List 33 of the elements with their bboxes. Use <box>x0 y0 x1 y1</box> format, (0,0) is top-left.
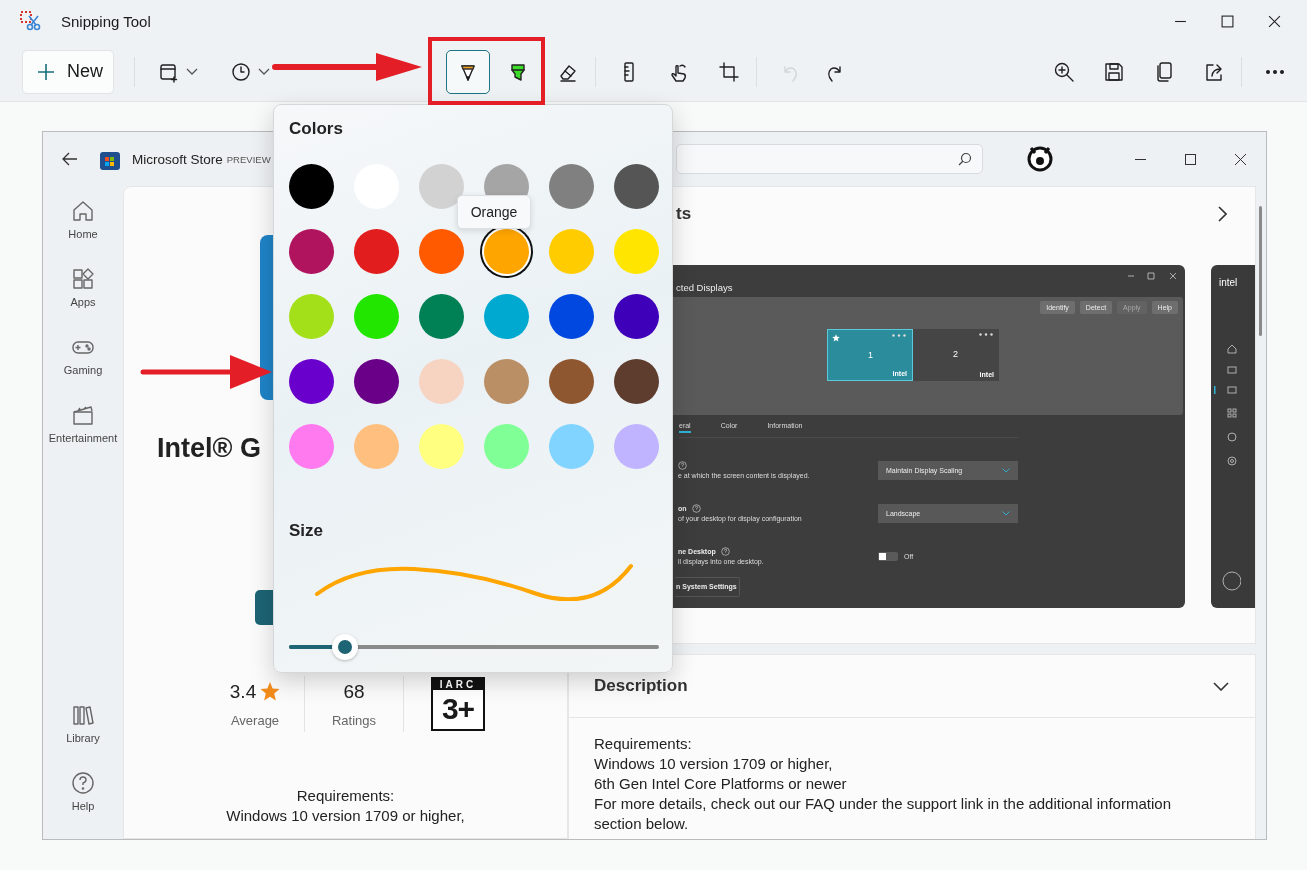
app-title: Microsoft Store <box>132 151 223 167</box>
nav-home-item[interactable]: Home <box>68 199 98 267</box>
requirements-text: Windows 10 version 1709 or higher, <box>226 806 465 826</box>
nav-help-item[interactable]: Help <box>71 771 95 839</box>
age-rating-badge: IARC 3+ <box>431 677 485 731</box>
requirements-text: Requirements: <box>295 786 396 806</box>
description-text: Windows 10 version 1709 or higher, <box>594 754 834 774</box>
section-title: ts <box>676 203 692 224</box>
nav-entertainment-item[interactable]: Entertainment <box>48 403 118 471</box>
preview-label: PREVIEW <box>226 153 271 165</box>
display-number: 1 <box>868 350 873 360</box>
ratings-count: 68 <box>343 680 365 703</box>
product-title: Intel® G <box>157 433 261 464</box>
ratings-label: Ratings <box>331 712 377 728</box>
description-text: Requirements: <box>594 734 693 754</box>
nav-library-item[interactable]: Library <box>66 703 100 771</box>
section-title: Description <box>594 676 688 696</box>
logo-text: intel <box>1219 277 1238 288</box>
tooltip: Orange <box>457 195 531 229</box>
rating-label: Average <box>230 712 280 728</box>
app-screenshot-thumbnail[interactable]: intel <box>1211 265 1255 608</box>
description-text: 6th Gen Intel Core Platforms or newer <box>594 774 848 794</box>
rating-value: 3.4 <box>229 680 257 703</box>
size-heading: Size <box>289 521 325 541</box>
nav-apps-item[interactable]: Apps <box>70 267 96 335</box>
screenshot-window-title: cted Displays <box>676 282 733 293</box>
colors-heading: Colors <box>289 119 344 139</box>
description-text: section below. <box>594 814 690 834</box>
display-number: 2 <box>953 349 958 359</box>
window-title: Snipping Tool <box>61 12 151 30</box>
description-text: For more details, check out our FAQ under the support link in the additional information <box>594 794 1172 814</box>
new-button[interactable]: New <box>22 49 114 94</box>
nav-gaming-item[interactable]: Gaming <box>63 335 103 403</box>
